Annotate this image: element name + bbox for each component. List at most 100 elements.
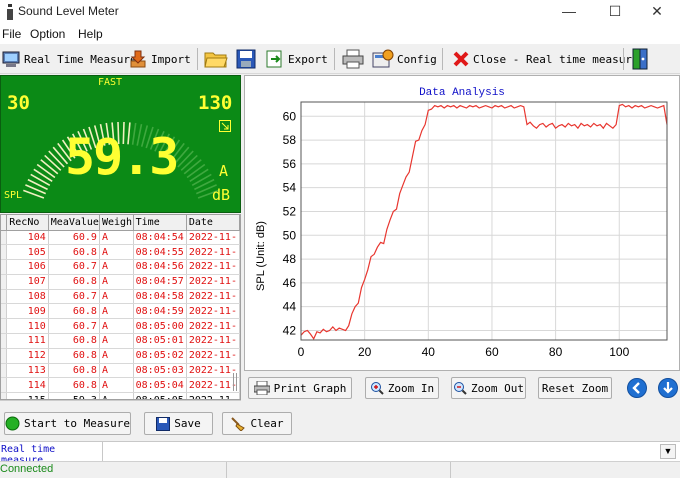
records-grid: RecNo MeaValue Weigh Time Date 104 60.9 A 0…	[1, 215, 240, 399]
table-row[interactable]: 112 60.8 A 08:05:02 2022-11-	[1, 348, 240, 364]
export-label: Export	[288, 52, 328, 66]
gauge-segment	[36, 163, 56, 179]
table-row[interactable]: 113 60.8 A 08:05:03 2022-11-	[1, 363, 240, 379]
maximize-button[interactable]: ☐	[592, 0, 638, 24]
cell-meavalue: 60.8	[48, 244, 100, 261]
cell-date: 2022-11-	[186, 259, 240, 275]
plot-area-border	[300, 101, 668, 341]
export-button[interactable]: Export	[265, 46, 328, 72]
zoom-out-button[interactable]: Zoom Out	[451, 377, 526, 399]
gauge-segment	[48, 150, 65, 168]
cell-date: 2022-11-	[186, 289, 240, 305]
arrow-left-icon	[632, 382, 640, 394]
table-row[interactable]: 111 60.8 A 08:05:01 2022-11-	[1, 333, 240, 349]
cell-recno: 111	[6, 333, 49, 349]
cell-weighting: A	[99, 348, 134, 364]
close-window-button[interactable]: ✕	[634, 0, 680, 24]
clear-button[interactable]: Clear	[222, 412, 292, 435]
menu-help[interactable]: Help	[78, 27, 103, 41]
config-icon	[372, 49, 394, 68]
real-time-measure-button[interactable]: Real Time Measure	[1, 46, 137, 72]
status-bar: Connected	[0, 461, 680, 478]
spl-line-chart[interactable]: Data Analysis SPL (Unit: dB) 42 44 46 48 50 5…	[245, 76, 679, 370]
gauge-segment	[177, 150, 194, 168]
column-header-meavalue[interactable]: MeaValue	[48, 215, 100, 231]
save-button[interactable]: Save	[144, 412, 213, 435]
scroll-down-button[interactable]	[658, 378, 678, 398]
close-x-icon	[453, 51, 469, 67]
zoom-in-button[interactable]: Zoom In	[365, 377, 439, 399]
exit-door-icon[interactable]	[630, 48, 650, 70]
close-real-time-label: Close - Real time measure	[473, 52, 639, 66]
cell-meavalue: 60.8	[48, 377, 100, 394]
scroll-left-button[interactable]	[627, 378, 647, 398]
cell-time: 08:04:59	[133, 303, 187, 320]
table-row[interactable]: 104 60.9 A 08:04:54 2022-11-	[1, 230, 240, 246]
spl-series-line	[300, 103, 668, 341]
response-mode-label: FAST	[98, 77, 123, 88]
zoom-out-label: Zoom Out	[471, 381, 524, 395]
column-header-recno[interactable]: RecNo	[6, 215, 49, 231]
cell-recno: 114	[6, 377, 49, 394]
menu-file[interactable]: File	[2, 27, 21, 41]
x-tick-label: 0	[298, 345, 305, 359]
close-real-time-button[interactable]: Close - Real time measure	[452, 46, 639, 72]
cell-time: 08:05:05	[133, 392, 187, 399]
table-row[interactable]: 109 60.8 A 08:04:59 2022-11-	[1, 303, 240, 320]
table-row[interactable]: 108 60.7 A 08:04:58 2022-11-	[1, 289, 240, 305]
y-tick-label: 44	[283, 300, 297, 314]
x-tick-label: 80	[549, 345, 563, 359]
minimize-button[interactable]: —	[546, 0, 592, 24]
printer-icon[interactable]	[342, 49, 364, 69]
unit-label: dB	[212, 186, 231, 204]
table-row[interactable]: 105 60.8 A 08:04:55 2022-11-	[1, 244, 240, 261]
printer-icon	[253, 381, 270, 395]
table-row[interactable]: ▸11559.3A08:05:052022-11-	[1, 392, 240, 399]
save-label: Save	[174, 417, 201, 430]
cell-weighting: A	[99, 289, 134, 305]
expand-arrow-icon[interactable]	[219, 120, 231, 132]
tab-scroll-button[interactable]: ▼	[660, 444, 676, 459]
tab-strip: Real time measure ▼	[0, 441, 680, 466]
column-header-date[interactable]: Date	[186, 215, 240, 231]
save-icon[interactable]	[236, 49, 256, 69]
table-row[interactable]: 110 60.7 A 08:05:00 2022-11-	[1, 318, 240, 335]
cell-recno: 112	[6, 348, 49, 364]
splitter-handle[interactable]	[233, 373, 237, 391]
table-row[interactable]: 107 60.8 A 08:04:57 2022-11-	[1, 274, 240, 290]
cell-date: 2022-11-	[186, 363, 240, 379]
spl-label: SPL	[4, 190, 23, 201]
cell-meavalue: 60.9	[48, 230, 100, 246]
cell-meavalue: 60.7	[48, 259, 100, 275]
toolbar-separator	[623, 48, 624, 70]
x-tick-label: 60	[485, 345, 499, 359]
config-button[interactable]: Config	[372, 46, 437, 72]
import-label: Import	[151, 52, 191, 66]
sound-level-readout: 59.3	[65, 128, 179, 186]
start-measure-button[interactable]: Start to Measure	[4, 412, 131, 435]
tab-real-time-measure[interactable]: Real time measure	[0, 442, 103, 466]
cell-meavalue: 60.8	[48, 333, 100, 349]
cell-recno: 107	[6, 274, 49, 290]
menu-option[interactable]: Option	[30, 27, 65, 41]
cell-recno: 110	[6, 318, 49, 335]
table-row[interactable]: 114 60.8 A 08:05:04 2022-11-	[1, 377, 240, 394]
reset-zoom-button[interactable]: Reset Zoom	[538, 377, 612, 399]
table-header-row: RecNo MeaValue Weigh Time Date	[1, 215, 240, 231]
cell-time: 08:04:54	[133, 230, 187, 246]
cell-weighting: A	[99, 303, 134, 320]
cell-weighting: A	[99, 244, 134, 261]
open-folder-icon[interactable]	[204, 49, 228, 69]
column-header-weighting[interactable]: Weigh	[99, 215, 134, 231]
import-button[interactable]: Import	[128, 46, 191, 72]
chevron-down-icon: ▼	[663, 446, 673, 456]
connection-status: Connected	[0, 463, 54, 475]
grid-bottom-edge	[0, 400, 241, 401]
print-graph-button[interactable]: Print Graph	[248, 377, 352, 399]
column-header-time[interactable]: Time	[133, 215, 187, 231]
computer-icon	[2, 51, 20, 67]
cell-weighting: A	[99, 318, 134, 335]
table-row[interactable]: 106 60.7 A 08:04:56 2022-11-	[1, 259, 240, 275]
export-icon	[266, 50, 282, 68]
cell-date: 2022-11-	[186, 244, 240, 261]
